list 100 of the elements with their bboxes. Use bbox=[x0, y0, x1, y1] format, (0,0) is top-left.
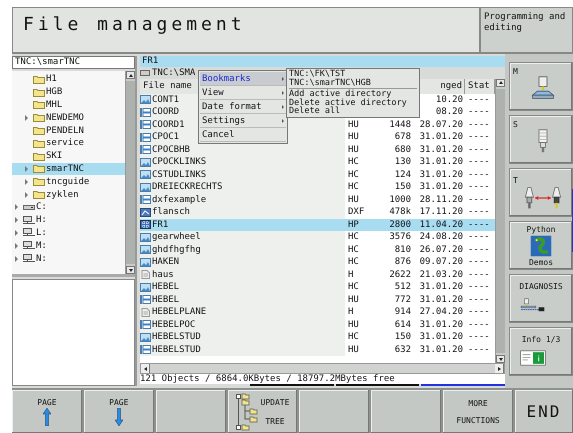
menu-item[interactable]: Delete active directory bbox=[289, 98, 417, 107]
softkey[interactable]: Info 1/3 bbox=[509, 327, 573, 376]
tree-item[interactable]: H1 bbox=[12, 73, 125, 86]
bookmark-item[interactable]: TNC:\FK\TST bbox=[289, 70, 417, 78]
softkey[interactable]: PAGE bbox=[12, 390, 82, 433]
scroll-up-button[interactable] bbox=[126, 71, 135, 79]
expand-arrow-icon[interactable] bbox=[25, 178, 28, 185]
image-file-icon bbox=[140, 332, 151, 342]
expand-arrow-icon[interactable] bbox=[15, 217, 18, 224]
operating-mode: Programming and editing bbox=[480, 7, 573, 53]
list-file-icon bbox=[140, 108, 151, 117]
menu-item[interactable]: Cancel bbox=[200, 128, 286, 142]
tree-item[interactable]: N: bbox=[12, 252, 125, 265]
tree-item[interactable]: H: bbox=[12, 214, 125, 227]
list-file-icon bbox=[140, 132, 151, 142]
file-date: 28.07.20 bbox=[420, 120, 463, 130]
file-status: ---- bbox=[468, 157, 490, 168]
softkey[interactable]: S bbox=[509, 115, 573, 164]
tree-item[interactable]: PENDELN bbox=[12, 124, 125, 137]
file-type: HU bbox=[348, 294, 359, 305]
end-button[interactable]: END bbox=[514, 390, 573, 433]
expand-arrow-icon[interactable] bbox=[25, 192, 28, 198]
softkey[interactable]: T bbox=[509, 168, 573, 217]
tree-item[interactable]: HGB bbox=[12, 86, 125, 99]
file-row[interactable]: FR1 HP 2800 11.04.20 ---- bbox=[140, 218, 495, 232]
expand-arrow-icon[interactable] bbox=[25, 114, 28, 121]
softkey[interactable]: Python Demos bbox=[509, 221, 573, 270]
softkey[interactable]: PAGE bbox=[84, 390, 154, 433]
expand-arrow-icon[interactable] bbox=[25, 166, 28, 172]
image-file-icon bbox=[140, 158, 151, 167]
folder-icon bbox=[33, 88, 45, 97]
file-name: HEBELSTUD bbox=[152, 344, 201, 356]
tree-item[interactable]: SKI bbox=[12, 150, 125, 163]
file-status: ---- bbox=[468, 94, 490, 105]
file-status: ---- bbox=[468, 132, 490, 142]
tree-item[interactable]: M: bbox=[12, 239, 125, 252]
softkey[interactable]: UPDATE TREE bbox=[228, 390, 298, 433]
file-date: 31.01.20 bbox=[420, 182, 463, 192]
menu-item[interactable]: Delete all bbox=[289, 107, 417, 116]
filter-field[interactable]: FR1 bbox=[140, 56, 505, 67]
tree-item[interactable]: smarTNC bbox=[12, 162, 125, 176]
folder-icon bbox=[33, 126, 45, 136]
tree-path-field[interactable]: TNC:\smarTNC bbox=[12, 56, 135, 69]
snake-icon bbox=[530, 234, 552, 256]
file-status: ---- bbox=[468, 220, 490, 230]
file-size: 150 bbox=[394, 332, 411, 342]
scrollbar[interactable] bbox=[125, 71, 135, 274]
image-file-icon bbox=[140, 282, 151, 292]
scrollbar[interactable] bbox=[495, 78, 505, 364]
scroll-down-button[interactable] bbox=[496, 355, 505, 364]
softkey[interactable]: MORE FUNCTIONS bbox=[443, 390, 513, 433]
file-size: 150 bbox=[394, 182, 411, 192]
softkey[interactable]: M bbox=[509, 62, 573, 111]
file-type: HC bbox=[348, 182, 359, 192]
tree-label: H: bbox=[36, 215, 47, 226]
tree-item[interactable]: service bbox=[12, 136, 125, 150]
folder-icon bbox=[33, 164, 45, 174]
scroll-down-button[interactable] bbox=[126, 266, 135, 274]
expand-arrow-icon[interactable] bbox=[15, 256, 18, 262]
column-header[interactable]: nged bbox=[440, 80, 462, 91]
file-date: 31.01.20 bbox=[420, 294, 463, 305]
file-type: HU bbox=[348, 194, 359, 205]
file-type: HC bbox=[348, 232, 359, 242]
tree-item[interactable]: C: bbox=[12, 200, 125, 214]
file-date: 31.01.20 bbox=[420, 344, 463, 355]
menu-item[interactable]: Bookmarks bbox=[200, 72, 286, 86]
menu-item[interactable]: Settings bbox=[200, 114, 286, 128]
tree-item[interactable]: NEWDEMO bbox=[12, 111, 125, 124]
horizontal-scrollbar[interactable] bbox=[140, 363, 505, 374]
tree-item[interactable]: L: bbox=[12, 226, 125, 240]
tree-item[interactable]: MHL bbox=[12, 98, 125, 112]
softkey[interactable]: DIAGNOSIS bbox=[509, 274, 573, 323]
up-arrow-icon bbox=[42, 408, 51, 426]
file-type: DXF bbox=[348, 207, 364, 218]
expand-arrow-icon[interactable] bbox=[15, 204, 18, 210]
tree-item[interactable]: zyklen bbox=[12, 188, 125, 201]
menu-item[interactable]: Add active directory bbox=[289, 90, 417, 98]
file-type: HC bbox=[348, 170, 359, 180]
expand-arrow-icon[interactable] bbox=[15, 230, 18, 236]
image-file-icon bbox=[140, 232, 151, 242]
expand-arrow-icon[interactable] bbox=[15, 242, 18, 249]
file-date: 31.01.20 bbox=[420, 320, 463, 330]
scroll-up-button[interactable] bbox=[496, 78, 505, 87]
tree-label: MHL bbox=[46, 100, 62, 110]
file-date: 17.11.20 bbox=[420, 207, 463, 218]
file-status: ---- bbox=[468, 194, 490, 205]
file-date: 27.04.20 bbox=[420, 307, 463, 318]
file-name: CSTUDLINKS bbox=[152, 168, 206, 182]
file-type: HC bbox=[348, 257, 359, 268]
down-arrow-icon bbox=[114, 408, 123, 426]
file-size: 632 bbox=[394, 344, 411, 355]
file-name: CONT1 bbox=[152, 94, 180, 106]
file-date: 08.20 bbox=[436, 107, 463, 118]
drive-icon bbox=[140, 70, 150, 76]
file-size: 678 bbox=[394, 132, 411, 142]
tree-item[interactable]: tncguide bbox=[12, 175, 125, 188]
file-name: CPOCKLINKS bbox=[152, 156, 206, 169]
image-file-icon bbox=[140, 245, 151, 254]
bookmark-item[interactable]: TNC:\smarTNC\HGB bbox=[289, 78, 417, 87]
list-file-icon bbox=[140, 345, 151, 354]
